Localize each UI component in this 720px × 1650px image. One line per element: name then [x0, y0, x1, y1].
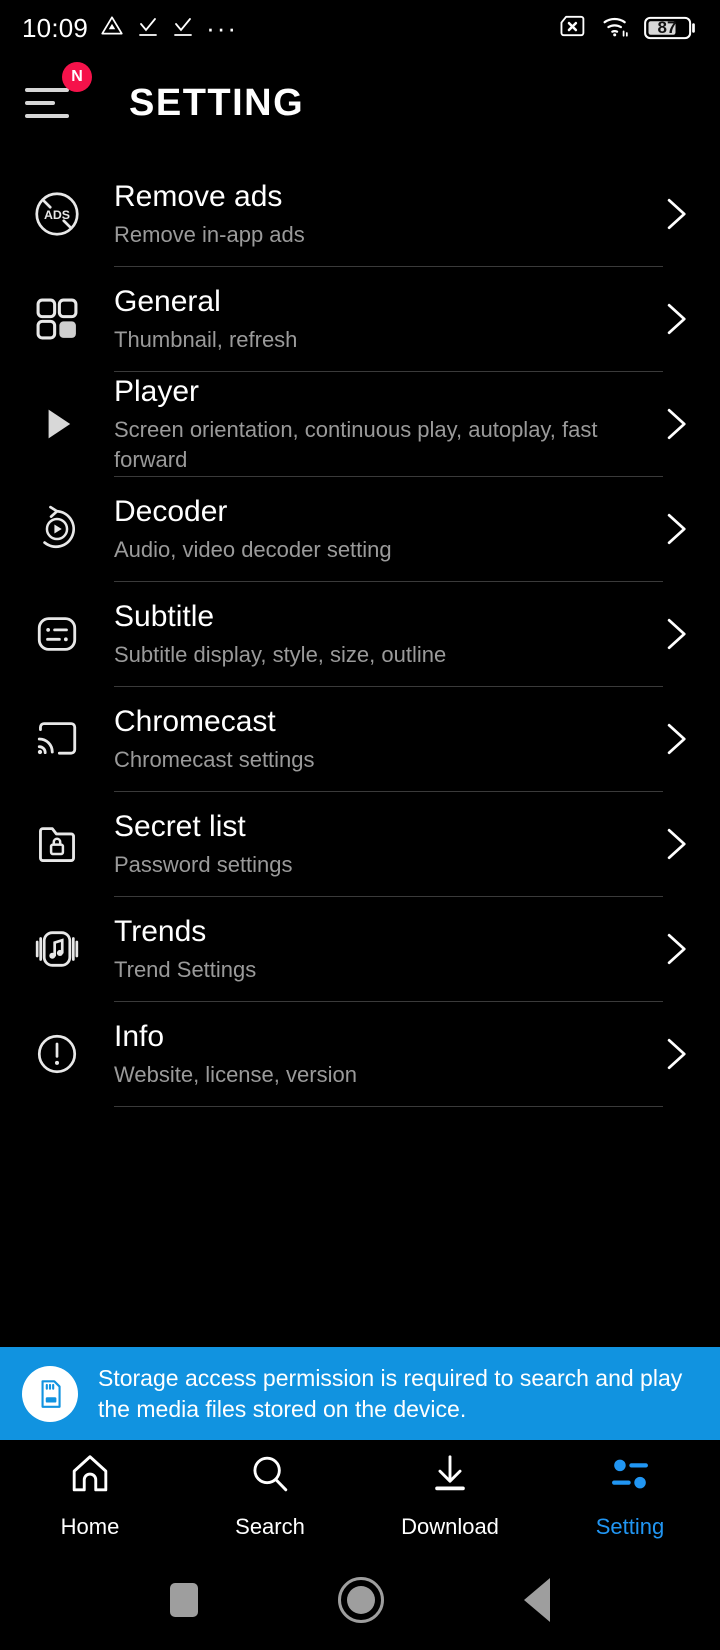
- chromecast-icon: [0, 687, 114, 791]
- settings-row-subtitle: Audio, video decoder setting: [114, 537, 392, 562]
- nav-item-setting[interactable]: Setting: [540, 1440, 720, 1550]
- nav-item-download[interactable]: Download: [360, 1440, 540, 1550]
- status-bar-right: 87: [558, 12, 698, 45]
- settings-row-subtitle: Password settings: [114, 852, 293, 877]
- hamburger-menu-icon[interactable]: N: [25, 62, 92, 133]
- battery-level-text: 87: [657, 18, 677, 37]
- status-overflow-icon: ···: [206, 13, 239, 43]
- no-sim-icon: [558, 12, 588, 45]
- info-icon: [0, 1002, 114, 1106]
- sd-card-icon: [22, 1365, 78, 1422]
- settings-row-title: Subtitle: [114, 600, 215, 633]
- settings-row-title: Decoder: [114, 495, 228, 528]
- nav-item-search[interactable]: Search: [180, 1440, 360, 1550]
- grid-icon: [0, 267, 114, 371]
- svg-text:ADS: ADS: [44, 208, 70, 222]
- status-time: 10:09: [22, 12, 89, 43]
- settings-row-subtitle: Thumbnail, refresh: [114, 327, 298, 352]
- back-triangle-icon[interactable]: [524, 1578, 550, 1622]
- settings-row-subtitle[interactable]: Subtitle Subtitle display, style, size, …: [0, 582, 720, 686]
- status-bar: 10:09 ··· 87: [0, 0, 720, 56]
- page-title: SETTING: [129, 81, 305, 124]
- warning-triangle-icon: [99, 13, 125, 44]
- decoder-icon: [0, 477, 114, 581]
- settings-row-secret-list[interactable]: Secret list Password settings: [0, 792, 720, 896]
- check-download-icon: [136, 14, 160, 43]
- android-system-navigation: [0, 1550, 720, 1650]
- recents-square-icon[interactable]: [170, 1583, 198, 1617]
- play-icon: [0, 372, 114, 476]
- nav-label-setting: Setting: [595, 1513, 665, 1539]
- storage-permission-banner[interactable]: Storage access permission is required to…: [0, 1347, 720, 1440]
- no-ads-icon: ADS: [0, 162, 114, 266]
- settings-row-text: Secret list Password settings: [114, 808, 650, 880]
- settings-row-title: Info: [114, 1020, 165, 1053]
- settings-row-text: Player Screen orientation, continuous pl…: [114, 373, 650, 475]
- settings-row-text: Remove ads Remove in-app ads: [114, 178, 650, 250]
- search-icon: [247, 1451, 293, 1502]
- settings-row-player[interactable]: Player Screen orientation, continuous pl…: [0, 372, 720, 476]
- settings-row-title: Chromecast: [114, 705, 276, 738]
- settings-row-text: Decoder Audio, video decoder setting: [114, 493, 650, 565]
- settings-row-subtitle: Trend Settings: [114, 957, 257, 982]
- chevron-right-icon[interactable]: [650, 507, 702, 551]
- bottom-navigation: Home Search Download Setting: [0, 1440, 720, 1550]
- battery-icon: 87: [644, 14, 698, 42]
- home-circle-icon[interactable]: [338, 1577, 384, 1623]
- sliders-icon: [607, 1451, 653, 1502]
- settings-row-info[interactable]: Info Website, license, version: [0, 1002, 720, 1106]
- settings-row-chromecast[interactable]: Chromecast Chromecast settings: [0, 687, 720, 791]
- chevron-right-icon[interactable]: [650, 1032, 702, 1076]
- phone-screen: 10:09 ··· 87 N SETTING ADS Remove ads Re…: [0, 0, 720, 1650]
- check-download-icon: [171, 14, 195, 43]
- menu-notification-badge: N: [62, 62, 92, 92]
- chevron-right-icon[interactable]: [650, 612, 702, 656]
- divider: [114, 1106, 663, 1107]
- settings-row-title: Trends: [114, 915, 207, 948]
- settings-row-text: General Thumbnail, refresh: [114, 283, 650, 355]
- chevron-right-icon[interactable]: [650, 297, 702, 341]
- settings-row-text: Trends Trend Settings: [114, 913, 650, 985]
- chevron-right-icon[interactable]: [650, 192, 702, 236]
- subtitle-icon: [0, 582, 114, 686]
- settings-row-text: Chromecast Chromecast settings: [114, 703, 650, 775]
- settings-row-subtitle: Subtitle display, style, size, outline: [114, 642, 447, 667]
- settings-row-text: Info Website, license, version: [114, 1018, 650, 1090]
- nav-label-home: Home: [60, 1513, 120, 1539]
- settings-row-general[interactable]: General Thumbnail, refresh: [0, 267, 720, 371]
- chevron-right-icon[interactable]: [650, 402, 702, 446]
- settings-row-subtitle: Remove in-app ads: [114, 222, 305, 247]
- home-icon: [67, 1451, 113, 1502]
- settings-row-trends[interactable]: Trends Trend Settings: [0, 897, 720, 1001]
- wifi-icon: [601, 13, 631, 44]
- download-icon: [427, 1451, 473, 1502]
- settings-row-title: Secret list: [114, 810, 246, 843]
- storage-permission-message: Storage access permission is required to…: [98, 1364, 683, 1422]
- settings-row-decoder[interactable]: Decoder Audio, video decoder setting: [0, 477, 720, 581]
- settings-list: ADS Remove ads Remove in-app ads General…: [0, 162, 720, 1107]
- nav-label-search: Search: [235, 1513, 305, 1539]
- chevron-right-icon[interactable]: [650, 717, 702, 761]
- chevron-right-icon[interactable]: [650, 822, 702, 866]
- chevron-right-icon[interactable]: [650, 927, 702, 971]
- settings-row-subtitle: Website, license, version: [114, 1062, 357, 1087]
- settings-row-title: Remove ads: [114, 180, 283, 213]
- nav-item-home[interactable]: Home: [0, 1440, 180, 1550]
- settings-row-remove-ads[interactable]: ADS Remove ads Remove in-app ads: [0, 162, 720, 266]
- nav-label-download: Download: [401, 1513, 499, 1539]
- app-bar: N SETTING: [0, 62, 720, 144]
- settings-row-subtitle: Screen orientation, continuous play, aut…: [114, 417, 598, 472]
- settings-row-title: General: [114, 285, 221, 318]
- settings-row-text: Subtitle Subtitle display, style, size, …: [114, 598, 650, 670]
- status-bar-left: 10:09 ···: [22, 13, 238, 44]
- settings-row-subtitle: Chromecast settings: [114, 747, 315, 772]
- music-trend-icon: [0, 897, 114, 1001]
- folder-lock-icon: [0, 792, 114, 896]
- settings-row-title: Player: [114, 375, 200, 408]
